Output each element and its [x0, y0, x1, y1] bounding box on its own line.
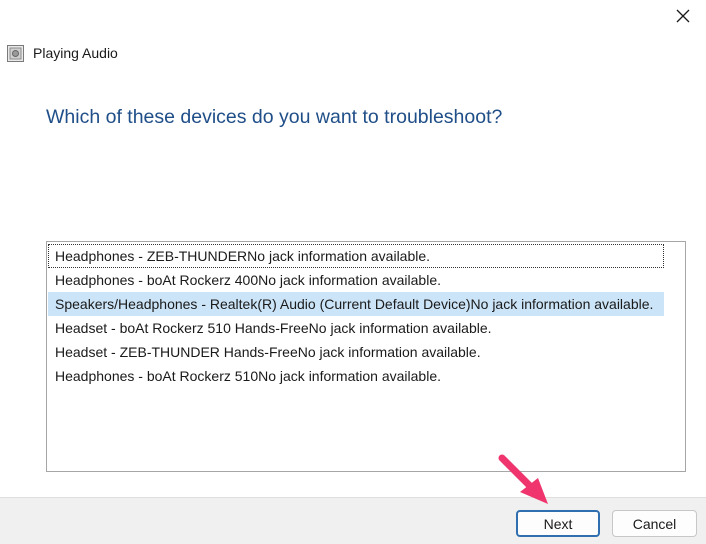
device-list-item[interactable]: Headphones - boAt Rockerz 400No jack inf…	[48, 268, 664, 292]
device-list-item[interactable]: Headset - ZEB-THUNDER Hands-FreeNo jack …	[48, 340, 664, 364]
device-list-item[interactable]: Speakers/Headphones - Realtek(R) Audio (…	[48, 292, 664, 316]
speaker-app-icon	[7, 44, 24, 62]
cancel-button[interactable]: Cancel	[612, 510, 697, 537]
device-list[interactable]: Headphones - ZEB-THUNDERNo jack informat…	[46, 241, 686, 472]
window-title: Playing Audio	[33, 45, 118, 61]
device-list-item[interactable]: Headphones - ZEB-THUNDERNo jack informat…	[48, 244, 664, 268]
window-header: Playing Audio	[7, 43, 118, 63]
next-button[interactable]: Next	[516, 510, 600, 537]
list-scroll-track	[665, 242, 685, 471]
close-icon	[676, 9, 690, 23]
device-list-item[interactable]: Headphones - boAt Rockerz 510No jack inf…	[48, 364, 664, 388]
page-title: Which of these devices do you want to tr…	[46, 106, 503, 128]
device-list-item[interactable]: Headset - boAt Rockerz 510 Hands-FreeNo …	[48, 316, 664, 340]
footer-bar: Next Cancel	[0, 497, 706, 544]
close-button[interactable]	[660, 0, 706, 32]
